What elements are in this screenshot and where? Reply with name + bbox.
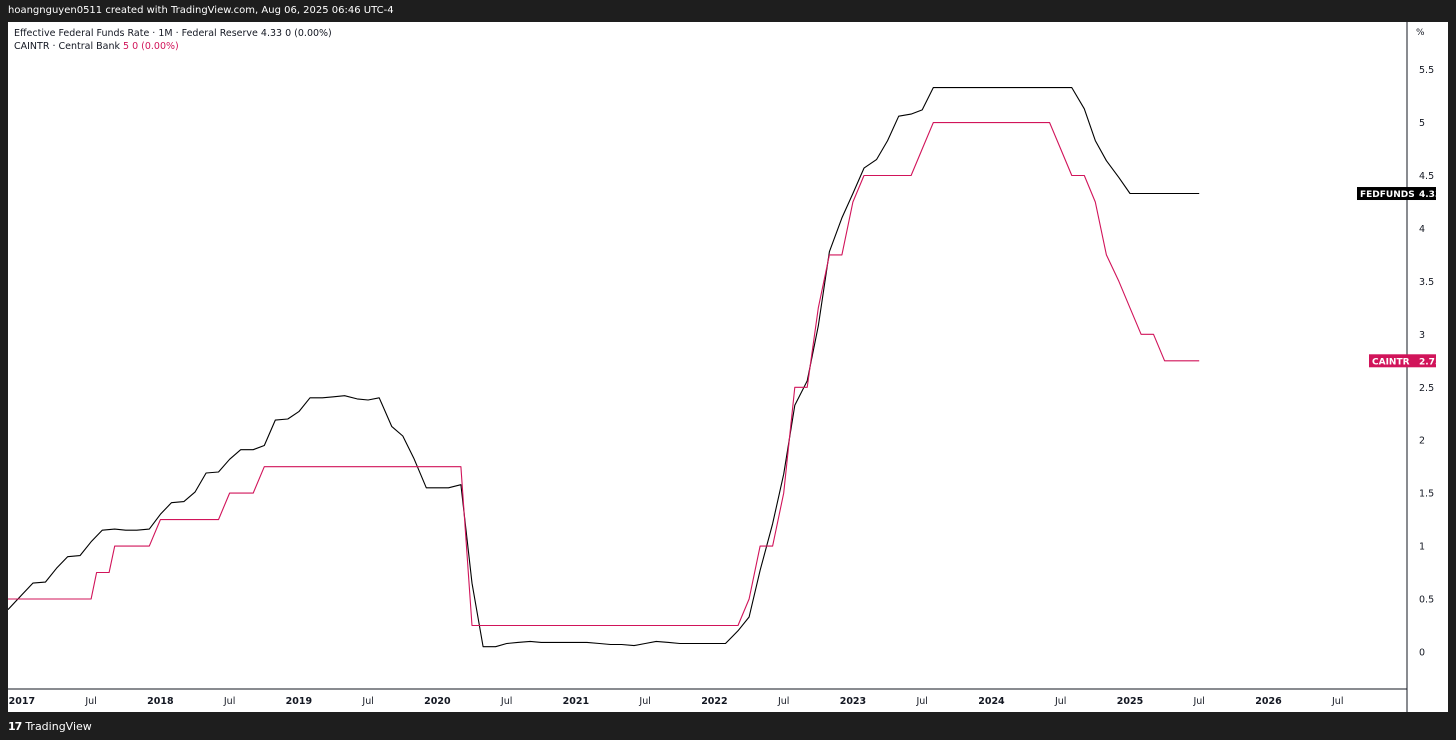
x-tick-label: 2018 — [147, 696, 174, 707]
y-tick-label: 3.5 — [1419, 277, 1434, 288]
tradingview-brand[interactable]: 17 TradingView — [8, 720, 92, 733]
last-value-badge-fedfunds[interactable]: FEDFUNDS 4.33 — [1357, 187, 1441, 201]
legend-value-caintr: 5 — [123, 41, 130, 52]
y-tick-label: 1 — [1419, 542, 1425, 553]
badge-last-value: 4.33 — [1419, 190, 1441, 200]
x-tick-label: 2019 — [286, 696, 312, 707]
x-tick-label: Jul — [777, 696, 789, 707]
header-text: hoangnguyen0511 created with TradingView… — [8, 5, 394, 16]
last-value-badge-caintr[interactable]: CAINTR 2.75 — [1369, 354, 1441, 368]
price-axis-unit[interactable]: % — [1416, 28, 1425, 38]
y-tick-label: 5.5 — [1419, 65, 1434, 76]
x-tick-label: 2024 — [978, 696, 1005, 707]
y-tick-label: 4 — [1419, 224, 1425, 235]
legend-row-caintr[interactable]: CAINTR · Central Bank 5 0 (0.00%) — [14, 40, 332, 53]
legend-value-fedfunds: 4.33 — [260, 28, 283, 39]
x-tick-label: Jul — [223, 696, 235, 707]
y-tick-label: 4.5 — [1419, 171, 1434, 182]
x-tick-label: 2020 — [424, 696, 451, 707]
legend-change-fedfunds: 0 (0.00%) — [285, 28, 332, 39]
x-tick-label: 2017 — [9, 696, 35, 707]
y-tick-label: 2 — [1419, 436, 1425, 447]
legend-title-caintr: CAINTR · Central Bank — [14, 41, 120, 52]
legend-change-caintr: 0 (0.00%) — [132, 41, 179, 52]
chart-header: hoangnguyen0511 created with TradingView… — [0, 0, 1456, 22]
series-line-caintr[interactable] — [8, 122, 1200, 627]
footer-bar: 17 TradingView — [0, 712, 1456, 740]
legend-title-fedfunds: Effective Federal Funds Rate · 1M · Fede… — [14, 28, 258, 39]
x-tick-label: Jul — [915, 696, 927, 707]
y-tick-label: 3 — [1419, 330, 1425, 341]
y-tick-label: 0 — [1419, 647, 1425, 658]
tradingview-logo-icon: 17 — [8, 720, 22, 733]
chart-panel[interactable]: 5.5 5 4.5 4 3.5 3 2.5 2 1.5 1 0.5 0 2017 Jul 2018 Jul 2… — [8, 22, 1448, 712]
y-tick-label: 5 — [1419, 118, 1425, 129]
y-tick-label: 2.5 — [1419, 383, 1434, 394]
x-tick-label: 2026 — [1255, 696, 1282, 707]
line-chart[interactable]: 5.554.543.532.521.510.50 2017 Jul 2018 Jul 2… — [8, 22, 1448, 712]
x-tick-label: Jul — [1331, 696, 1343, 707]
time-axis: 2017 Jul 2018 Jul 2019 Jul 2020 Jul 2021 Jul 2022 J… — [9, 696, 1344, 707]
legend-row-fedfunds[interactable]: Effective Federal Funds Rate · 1M · Fede… — [14, 27, 332, 40]
x-tick-label: 2021 — [563, 696, 589, 707]
x-tick-label: Jul — [500, 696, 512, 707]
brand-name: TradingView — [25, 720, 92, 733]
x-tick-label: Jul — [1054, 696, 1066, 707]
x-tick-label: Jul — [361, 696, 373, 707]
badge-series-name: CAINTR — [1372, 357, 1410, 367]
x-tick-label: Jul — [84, 696, 96, 707]
series-line-fedfunds[interactable] — [8, 87, 1200, 648]
series-layer — [8, 87, 1200, 648]
badge-last-value: 2.75 — [1419, 357, 1441, 367]
x-tick-label: 2023 — [840, 696, 866, 707]
x-tick-label: Jul — [638, 696, 650, 707]
y-tick-label: 0.5 — [1419, 595, 1434, 606]
x-tick-label: 2025 — [1117, 696, 1143, 707]
badge-series-name: FEDFUNDS — [1360, 190, 1415, 200]
chart-legend: Effective Federal Funds Rate · 1M · Fede… — [14, 27, 332, 53]
x-tick-label: Jul — [1192, 696, 1204, 707]
x-tick-label: 2022 — [701, 696, 727, 707]
y-tick-label: 1.5 — [1419, 489, 1434, 500]
